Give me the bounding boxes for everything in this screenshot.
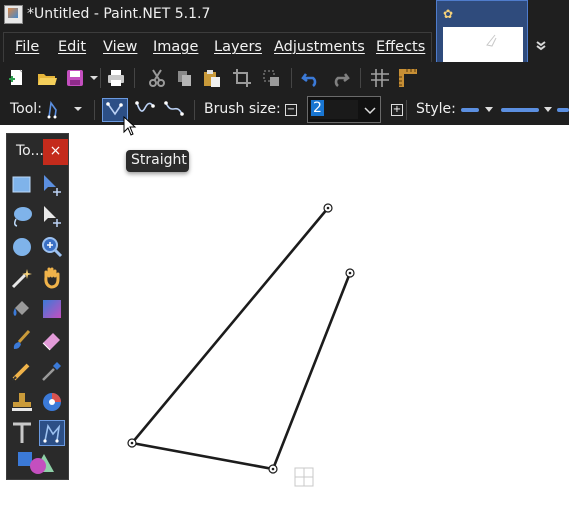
redo-icon[interactable]	[330, 68, 350, 88]
line-curve-tool[interactable]	[39, 420, 65, 446]
grid-icon[interactable]	[370, 68, 390, 88]
toolbar-separator	[360, 68, 361, 88]
line-style-selectors[interactable]	[459, 100, 569, 120]
recolor-tool[interactable]	[39, 389, 65, 415]
magic-wand-tool[interactable]	[9, 265, 35, 291]
paintbrush-tool[interactable]	[9, 327, 35, 353]
paintnet-app-icon[interactable]	[4, 5, 23, 24]
menu-adjustments[interactable]: Adjustments	[274, 39, 365, 55]
mouse-cursor-icon	[123, 116, 137, 136]
clone-stamp-icon	[12, 393, 32, 411]
save-icon[interactable]	[65, 68, 85, 88]
paint-bucket-tool[interactable]	[9, 296, 35, 322]
menu-file[interactable]: File	[15, 39, 39, 55]
paintbrush-icon	[13, 329, 31, 349]
move-handle-icon	[294, 467, 314, 487]
options-separator	[94, 100, 95, 120]
paint-bucket-icon	[13, 301, 29, 316]
drawn-shape[interactable]	[0, 125, 569, 524]
ellipse-select-icon	[13, 238, 31, 256]
shapes-tool[interactable]	[14, 450, 62, 476]
move-selection-tool[interactable]	[39, 172, 65, 198]
lasso-select-icon	[13, 207, 32, 227]
canvas-area[interactable]	[0, 125, 569, 524]
move-selection-icon	[44, 175, 61, 196]
brush-size-increase-button[interactable]: +	[391, 104, 403, 116]
window-title: *Untitled - Paint.NET 5.1.7	[27, 6, 211, 22]
brush-size-value[interactable]: 2	[311, 100, 324, 116]
flower-icon: ✿	[443, 7, 454, 21]
line-curve-tool-icon[interactable]	[46, 100, 68, 120]
lasso-select-tool[interactable]	[9, 203, 35, 229]
deselect-icon[interactable]	[261, 68, 281, 88]
zoom-tool[interactable]	[39, 234, 65, 260]
color-picker-icon	[42, 362, 61, 381]
menu-image[interactable]: Image	[153, 39, 198, 55]
ellipse-select-tool[interactable]	[9, 234, 35, 260]
color-picker-tool[interactable]	[39, 358, 65, 384]
pan-icon	[44, 267, 60, 289]
gradient-tool[interactable]	[39, 296, 65, 322]
gradient-icon	[43, 300, 61, 318]
recolor-icon	[43, 393, 61, 411]
collapse-chevron-icon[interactable]	[535, 40, 547, 55]
menu-view[interactable]: View	[103, 39, 137, 55]
pan-tool[interactable]	[39, 265, 65, 291]
shapes-icon	[18, 452, 54, 474]
pencil-tool[interactable]	[9, 358, 35, 384]
menu-edit[interactable]: Edit	[58, 39, 86, 55]
undo-icon[interactable]	[301, 68, 321, 88]
menu-effects[interactable]: Effects	[376, 39, 425, 55]
brush-size-label: Brush size:	[204, 101, 281, 117]
zoom-icon	[42, 237, 63, 258]
move-selected-icon	[44, 206, 61, 227]
clone-stamp-tool[interactable]	[9, 389, 35, 415]
brush-size-decrease-button[interactable]: −	[285, 104, 297, 116]
new-file-icon[interactable]	[7, 68, 27, 88]
tool-dropdown-icon[interactable]	[73, 104, 83, 114]
tooltip: Straight	[126, 150, 189, 172]
toolbar-separator	[100, 68, 101, 88]
open-icon[interactable]	[37, 68, 57, 88]
magic-wand-icon	[11, 269, 32, 289]
shape-type-bezier-button[interactable]	[162, 98, 188, 122]
pencil-icon	[12, 363, 30, 381]
print-icon[interactable]	[106, 68, 126, 88]
brush-size-dropdown-icon[interactable]	[364, 104, 376, 116]
move-selected-tool[interactable]	[39, 203, 65, 229]
style-label: Style:	[416, 101, 456, 117]
text-icon	[13, 422, 31, 443]
ruler-icon[interactable]	[398, 68, 418, 88]
options-separator	[194, 100, 195, 120]
toolbar-separator	[291, 68, 292, 88]
tooltip-text: Straight	[131, 152, 187, 168]
text-tool[interactable]	[9, 420, 35, 446]
toolbar-separator	[134, 68, 135, 88]
cut-icon[interactable]	[147, 68, 167, 88]
tool-label: Tool:	[10, 101, 42, 117]
control-point	[127, 203, 355, 474]
tools-close-button[interactable]: ×	[43, 139, 68, 165]
save-dropdown-icon[interactable]	[89, 68, 99, 88]
options-separator	[406, 100, 407, 120]
crop-icon[interactable]	[232, 68, 252, 88]
rectangle-select-tool[interactable]	[9, 172, 35, 198]
toolbar	[0, 62, 569, 96]
paste-icon[interactable]	[202, 68, 222, 88]
line-curve-icon	[43, 423, 61, 443]
rectangle-select-icon	[12, 176, 31, 193]
tools-window-title: To...	[16, 143, 44, 159]
eraser-icon	[42, 333, 60, 351]
copy-icon[interactable]	[175, 68, 195, 88]
bezier-icon	[164, 101, 184, 116]
menu-layers[interactable]: Layers	[214, 39, 262, 55]
eraser-tool[interactable]	[39, 327, 65, 353]
